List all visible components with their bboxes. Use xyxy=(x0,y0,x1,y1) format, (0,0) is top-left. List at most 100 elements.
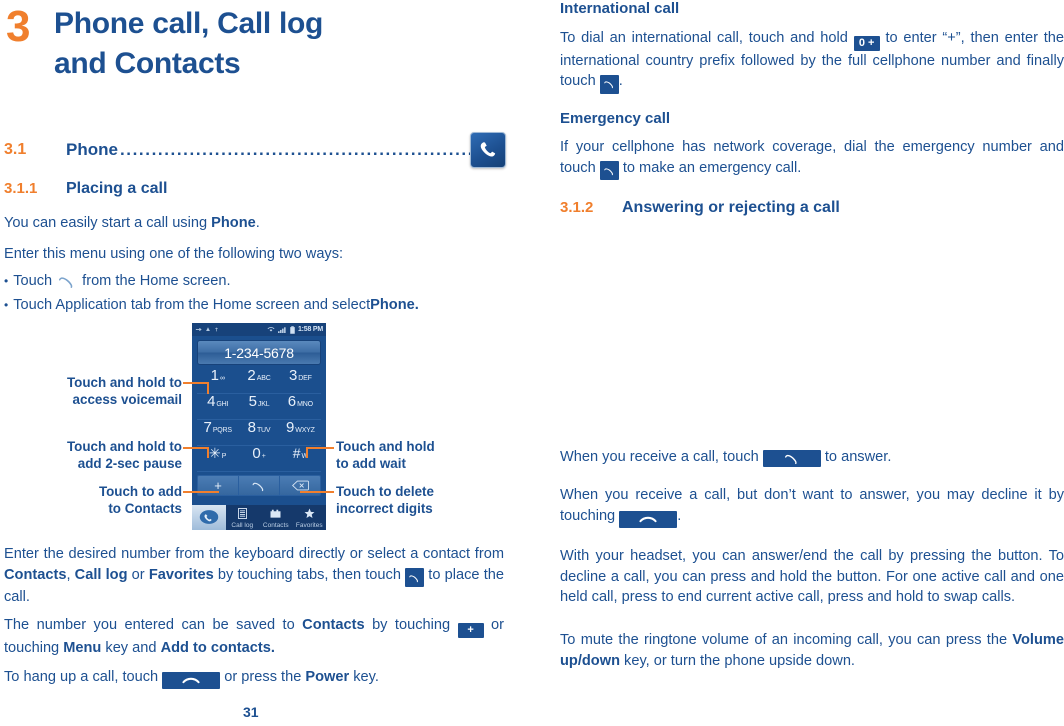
subsection-3-1-1: 3.1.1 Placing a call xyxy=(4,180,167,198)
enter-t2: , xyxy=(66,566,75,583)
para-decline: When you receive a call, but don’t want … xyxy=(560,485,1064,528)
key-5-digit: 5 xyxy=(248,393,257,410)
key-0-digit: 0 xyxy=(252,445,261,462)
inline-zero-key: 0 + xyxy=(853,35,880,51)
bullet1-post: from the Home screen. xyxy=(82,273,231,289)
para-intro-end: . xyxy=(255,215,260,231)
key-8[interactable]: 8 TUV xyxy=(238,420,280,446)
save-b3: Add to contacts. xyxy=(160,639,275,656)
bullet-touch-home: • Touch from the Home screen. xyxy=(4,271,231,292)
key-6-sub: MNO xyxy=(297,401,313,408)
dialer-status-bar: 1:58 PM xyxy=(192,323,326,336)
para-emergency-call: If your cellphone has network coverage, … xyxy=(560,137,1064,180)
save-t2: by touching xyxy=(364,617,458,633)
bullet1-pre: Touch xyxy=(13,273,53,289)
key-4[interactable]: 4 GHI xyxy=(197,393,239,420)
key-5[interactable]: 5 JKL xyxy=(238,393,280,420)
subsection-name: Placing a call xyxy=(66,180,168,197)
key-4-digit: 4 xyxy=(207,393,216,410)
heading-international-call: International call xyxy=(560,0,680,17)
para-save-contacts: The number you entered can be saved to C… xyxy=(4,615,504,658)
leader-delete-h xyxy=(300,491,334,493)
key-3[interactable]: 3 DEF xyxy=(279,367,321,394)
tab-call-log[interactable]: Call log xyxy=(226,508,260,530)
dialer-action-bar: + xyxy=(197,475,321,496)
tab-favorites[interactable]: Favorites xyxy=(293,508,327,530)
tab-favorites-label: Favorites xyxy=(295,522,323,529)
subsection-number: 3.1.1 xyxy=(4,180,38,197)
inline-call-icon-3 xyxy=(599,161,619,180)
battery-icon xyxy=(290,325,295,334)
key-2-digit: 2 xyxy=(247,367,256,384)
inline-call-icon-2 xyxy=(599,74,619,94)
contacts-icon xyxy=(270,509,281,521)
inline-plus-key: + xyxy=(457,622,484,638)
backspace-icon xyxy=(291,480,309,491)
dialer-number-field[interactable]: 1-234-5678 xyxy=(197,340,321,365)
callout-pause: Touch and hold to add 2-sec pause xyxy=(66,439,182,471)
para-international-call: To dial an international call, touch and… xyxy=(560,28,1064,94)
chapter-heading: 3 Phone call, Call log and Contacts xyxy=(6,4,323,84)
list-icon xyxy=(237,508,247,521)
subsection-2-name: Answering or rejecting a call xyxy=(622,199,840,216)
save-b1: Contacts xyxy=(302,617,365,633)
status-left-icons xyxy=(195,326,219,333)
enter-b2: Call log xyxy=(74,566,128,583)
keypad-row-2: 4 GHI 5 JKL 6 MNO xyxy=(197,394,321,420)
key-5-sub: JKL xyxy=(257,401,270,408)
left-page: 3 Phone call, Call log and Contacts 3.1 … xyxy=(0,0,532,726)
bullet-dot-icon: • xyxy=(4,274,9,288)
key-9[interactable]: 9 WXYZ xyxy=(279,420,321,446)
key-0[interactable]: 0 + xyxy=(238,445,280,472)
hangup-t3: key. xyxy=(349,669,379,685)
decline-t2: . xyxy=(677,507,682,524)
key-3-digit: 3 xyxy=(288,367,298,384)
chapter-title-line2: and Contacts xyxy=(54,47,241,80)
leader-voicemail-h xyxy=(183,382,209,384)
page-number-left: 31 xyxy=(243,704,259,720)
key-2[interactable]: 2 ABC xyxy=(238,367,280,394)
chapter-title-line1: Phone call, Call log xyxy=(54,7,324,40)
save-t1: The number you entered can be saved to xyxy=(4,617,303,633)
status-right-icons: 1:58 PM xyxy=(267,325,323,334)
key-star-sub: P xyxy=(221,453,227,460)
section-name: Phone xyxy=(66,140,118,159)
keypad-row-3: 7 PQRS 8 TUV 9 WXYZ xyxy=(197,420,321,446)
subsection-3-1-2: 3.1.2 Answering or rejecting a call xyxy=(560,199,840,217)
key-1[interactable]: 1 ∞ xyxy=(197,367,239,394)
bullet-app-tab: • Touch Application tab from the Home sc… xyxy=(4,295,419,316)
handset-inline-icon xyxy=(57,274,77,289)
call-icon xyxy=(252,482,264,491)
key-0-sub: + xyxy=(261,453,266,460)
key-star[interactable]: ✳ P xyxy=(197,445,239,472)
bullet-dot-icon-2: • xyxy=(4,298,9,312)
answer-t2: to answer. xyxy=(820,449,892,465)
tab-dialer[interactable] xyxy=(192,505,226,530)
key-7-digit: 7 xyxy=(203,419,212,436)
key-7[interactable]: 7 PQRS xyxy=(197,419,239,446)
tab-contacts[interactable]: Contacts xyxy=(259,509,293,530)
enter-b1: Contacts xyxy=(4,566,67,583)
para-intro-bold: Phone xyxy=(211,215,256,231)
leader-wait-v xyxy=(306,447,308,458)
key-1-sub: ∞ xyxy=(219,375,225,382)
wifi-icon xyxy=(267,327,275,332)
gps-icon xyxy=(215,327,218,332)
phone-handset-icon xyxy=(470,132,506,168)
tab-contacts-label: Contacts xyxy=(262,522,289,529)
enter-t3: or xyxy=(127,566,149,583)
key-hash[interactable]: # W xyxy=(279,446,321,472)
key-star-digit: ✳ xyxy=(209,445,221,461)
heading-emergency-call: Emergency call xyxy=(560,110,671,127)
key-1-digit: 1 xyxy=(210,367,219,384)
hangup-t2: or press the xyxy=(220,669,306,685)
inline-answer-button xyxy=(762,450,821,467)
key-6[interactable]: 6 MNO xyxy=(279,394,321,420)
call-button[interactable] xyxy=(239,476,280,495)
save-b2: Menu xyxy=(63,639,102,656)
dialer-tab-bar: Call log Contacts Favorites xyxy=(192,505,326,530)
inline-hangup-button xyxy=(162,672,221,689)
key-9-sub: WXYZ xyxy=(295,427,315,434)
para-headset: With your headset, you can answer/end th… xyxy=(560,548,1064,605)
enter-t1: Enter the desired number from the keyboa… xyxy=(4,546,504,562)
